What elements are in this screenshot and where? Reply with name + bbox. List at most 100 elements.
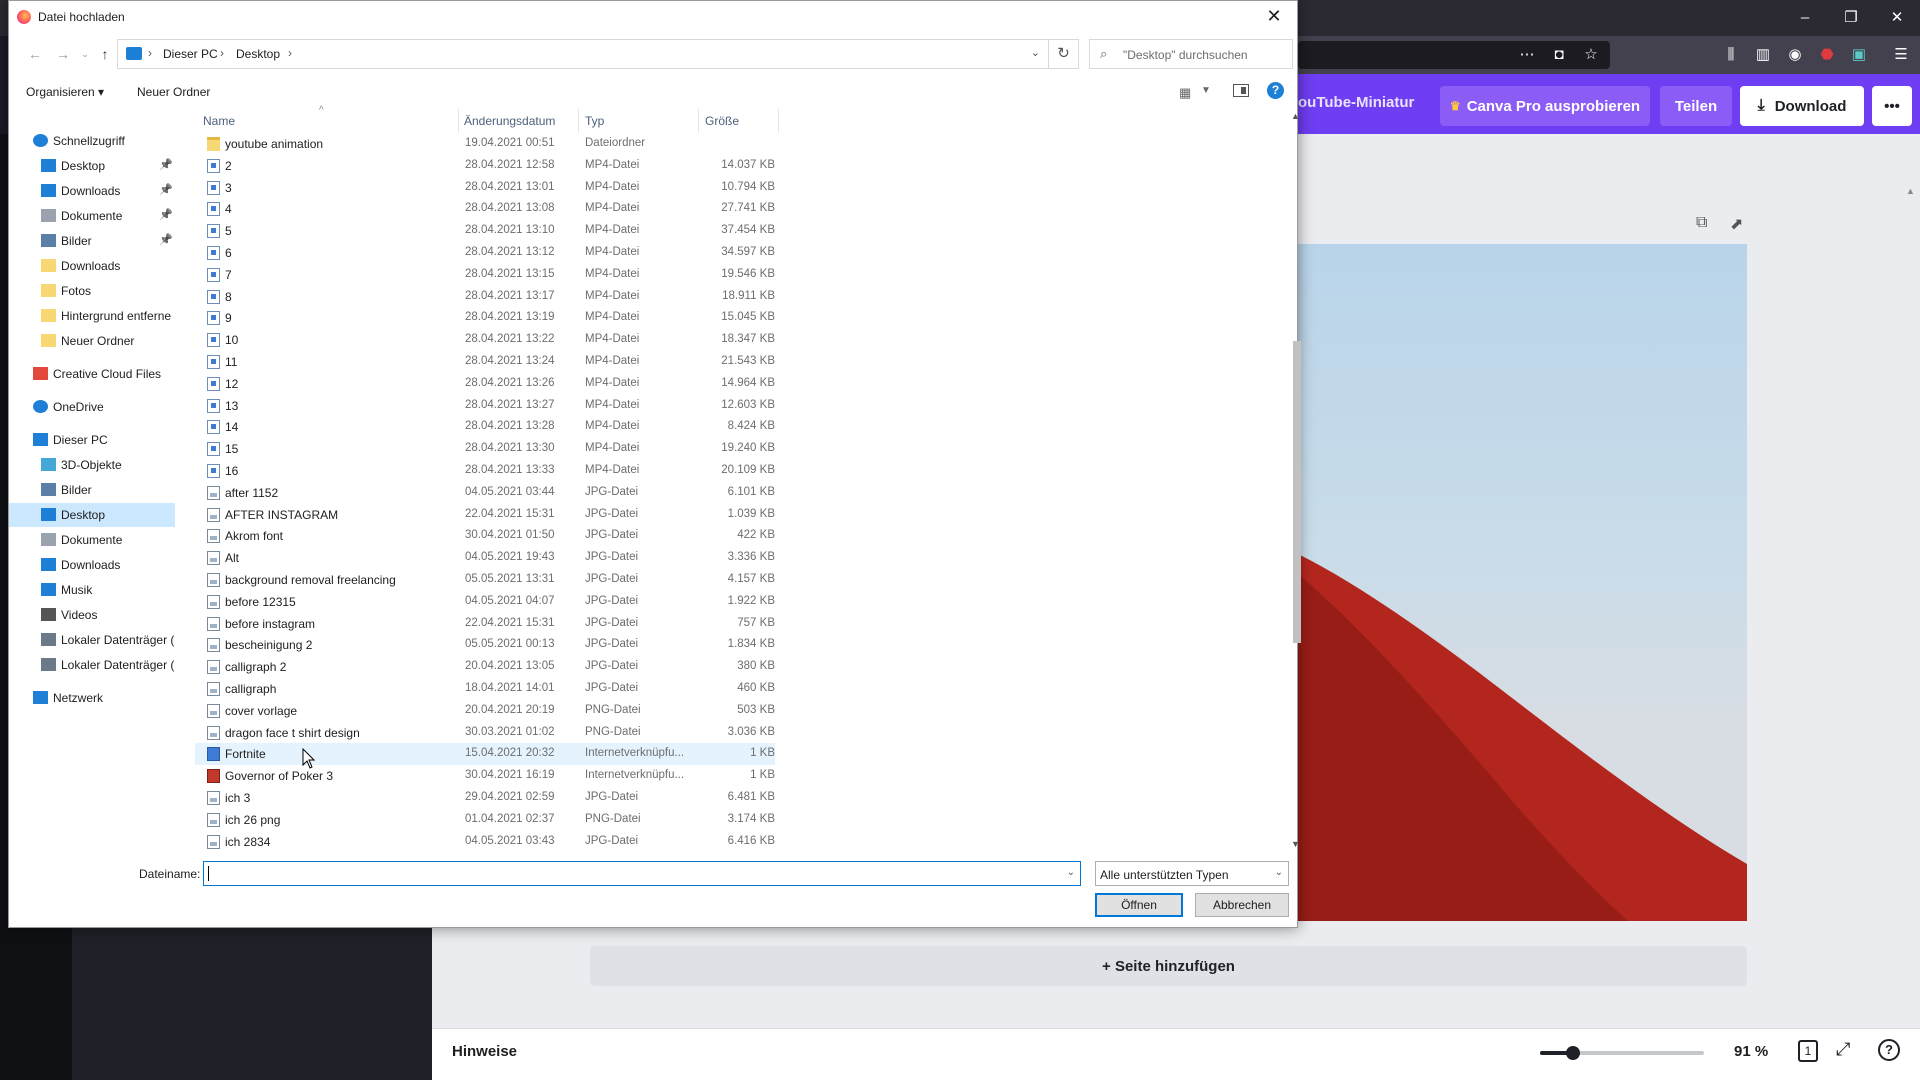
file-row[interactable]: 4 28.04.2021 13:08 MP4-Datei 27.741 KB (195, 198, 775, 220)
search-input[interactable]: ⌕ "Desktop" durchsuchen (1089, 39, 1293, 69)
nav-item[interactable]: Hintergrund entferne (9, 304, 175, 328)
filename-dropdown-icon[interactable]: ⌄ (1067, 867, 1075, 878)
nav-item[interactable]: OneDrive (9, 395, 175, 419)
refresh-icon[interactable]: ↻ (1049, 39, 1079, 69)
add-page-icon[interactable]: ⬈ (1730, 214, 1743, 234)
fullscreen-icon[interactable]: ⤢ (1836, 1039, 1850, 1060)
file-row[interactable]: 16 28.04.2021 13:33 MP4-Datei 20.109 KB (195, 460, 775, 482)
adblock-icon[interactable]: ⬣ (1816, 45, 1838, 65)
editor-scroll-up-icon[interactable]: ▲ (1906, 186, 1915, 196)
column-header-size[interactable]: Größe (705, 114, 739, 128)
zoom-slider[interactable] (1540, 1046, 1704, 1060)
file-row[interactable]: ich 26 png 01.04.2021 02:37 PNG-Datei 3.174… (195, 809, 775, 831)
scrollbar-thumb[interactable] (1293, 341, 1301, 643)
more-button[interactable]: ••• (1872, 86, 1912, 126)
nav-item[interactable]: Dieser PC (9, 428, 175, 452)
nav-item[interactable]: Dokumente (9, 528, 175, 552)
canva-pro-button[interactable]: ♛ Canva Pro ausprobieren (1440, 86, 1650, 126)
file-list-scrollbar[interactable]: ▲ ▼ (1289, 109, 1305, 851)
bookmark-star-icon[interactable]: ☆ (1580, 45, 1602, 65)
file-row[interactable]: 13 28.04.2021 13:27 MP4-Datei 12.603 KB (195, 395, 775, 417)
recent-locations-icon[interactable]: ⌄ (75, 44, 95, 64)
file-row[interactable]: 12 28.04.2021 13:26 MP4-Datei 14.964 KB (195, 373, 775, 395)
file-row[interactable]: Fortnite 15.04.2021 20:32 Internetverknüpf… (195, 743, 775, 766)
forward-arrow-icon[interactable]: → (53, 44, 73, 64)
file-row[interactable]: background removal freelancing 05.05.2021… (195, 569, 775, 591)
address-dropdown-icon[interactable]: ⌄ (1031, 46, 1040, 59)
window-close-icon[interactable]: ✕ (1886, 8, 1908, 28)
file-row[interactable]: 8 28.04.2021 13:17 MP4-Datei 18.911 KB (195, 286, 775, 308)
nav-item[interactable]: Netzwerk (9, 686, 175, 710)
nav-item[interactable]: Downloads (9, 553, 175, 577)
scroll-down-icon[interactable]: ▼ (1291, 839, 1300, 849)
view-options-icon[interactable]: ▦ (1179, 85, 1191, 101)
file-row[interactable]: bescheinigung 2 05.05.2021 00:13 JPG-Datei… (195, 634, 775, 656)
file-row[interactable]: 14 28.04.2021 13:28 MP4-Datei 8.424 KB (195, 416, 775, 438)
file-row[interactable]: 7 28.04.2021 13:15 MP4-Datei 19.546 KB (195, 264, 775, 286)
view-dropdown-icon[interactable]: ▼ (1201, 85, 1211, 96)
file-row[interactable]: 11 28.04.2021 13:24 MP4-Datei 21.543 KB (195, 351, 775, 373)
preview-pane-icon[interactable] (1233, 84, 1249, 97)
nav-item[interactable]: Dokumente 📌 (9, 204, 175, 228)
breadcrumb-this-pc[interactable]: Dieser PC (163, 47, 218, 61)
help-icon[interactable]: ? (1267, 82, 1284, 99)
file-row[interactable]: after 1152 04.05.2021 03:44 JPG-Datei 6.101… (195, 482, 775, 504)
column-header-name[interactable]: Name (203, 114, 235, 128)
organize-menu[interactable]: Organisieren ▾ (26, 85, 104, 99)
nav-item[interactable]: Downloads (9, 254, 175, 278)
file-row[interactable]: Alt 04.05.2021 19:43 JPG-Datei 3.336 KB (195, 547, 775, 569)
filetype-select[interactable]: Alle unterstützten Typen ⌄ (1095, 861, 1289, 886)
nav-item[interactable]: Downloads 📌 (9, 179, 175, 203)
file-row[interactable]: Akrom font 30.04.2021 01:50 JPG-Datei 422 K… (195, 525, 775, 547)
url-bar[interactable]: ⋯ ◘ ☆ (1298, 41, 1610, 69)
file-row[interactable]: cover vorlage 20.04.2021 20:19 PNG-Datei 50… (195, 700, 775, 722)
file-row[interactable]: before 12315 04.05.2021 04:07 JPG-Datei 1.9… (195, 591, 775, 613)
file-row[interactable]: ich 2834 04.05.2021 03:43 JPG-Datei 6.416 K… (195, 831, 775, 853)
file-row[interactable]: dragon face t shirt design 30.03.2021 01:… (195, 722, 775, 744)
back-arrow-icon[interactable]: ← (25, 44, 45, 64)
page-count-badge[interactable]: 1 (1798, 1040, 1818, 1062)
nav-item[interactable]: Bilder (9, 478, 175, 502)
file-row[interactable]: youtube animation 19.04.2021 00:51 Dateior… (195, 133, 775, 155)
file-row[interactable]: AFTER INSTAGRAM 22.04.2021 15:31 JPG-Datei… (195, 504, 775, 526)
nav-item[interactable]: Neuer Ordner (9, 329, 175, 353)
cancel-button[interactable]: Abbrechen (1195, 893, 1289, 917)
dialog-close-button[interactable]: ✕ (1251, 1, 1297, 33)
page-actions-icon[interactable]: ⋯ (1516, 45, 1538, 65)
file-row[interactable]: 5 28.04.2021 13:10 MP4-Datei 37.454 KB (195, 220, 775, 242)
nav-item[interactable]: 3D-Objekte (9, 453, 175, 477)
account-icon[interactable]: ◉ (1784, 45, 1806, 65)
nav-item[interactable]: Musik (9, 578, 175, 602)
nav-item[interactable]: Lokaler Datenträger (C (9, 628, 175, 652)
new-folder-button[interactable]: Neuer Ordner (137, 85, 210, 99)
nav-item[interactable]: Lokaler Datenträger (I (9, 653, 175, 677)
nav-item[interactable]: Desktop (9, 503, 175, 527)
menu-icon[interactable]: ☰ (1890, 45, 1912, 65)
nav-item[interactable]: Videos (9, 603, 175, 627)
zoom-slider-knob[interactable] (1565, 1046, 1580, 1060)
download-button[interactable]: ⤓ Download (1740, 86, 1864, 126)
minimize-icon[interactable]: – (1794, 8, 1816, 28)
design-canvas[interactable] (1298, 244, 1747, 921)
open-button[interactable]: Öffnen (1095, 893, 1183, 917)
file-row[interactable]: calligraph 18.04.2021 14:01 JPG-Datei 460 K… (195, 678, 775, 700)
extension-icon[interactable]: ▣ (1848, 45, 1870, 65)
restore-icon[interactable]: ❐ (1840, 8, 1862, 28)
filename-input[interactable]: ⌄ (203, 861, 1081, 886)
nav-item[interactable]: Desktop 📌 (9, 154, 175, 178)
sidebar-icon[interactable]: ▥ (1752, 45, 1774, 65)
help-circle-icon[interactable]: ? (1878, 1039, 1900, 1061)
nav-item[interactable]: Fotos (9, 279, 175, 303)
nav-item[interactable]: Schnellzugriff (9, 129, 175, 153)
add-page-button[interactable]: + Seite hinzufügen (590, 946, 1747, 986)
pocket-icon[interactable]: ◘ (1548, 45, 1570, 65)
file-row[interactable]: 15 28.04.2021 13:30 MP4-Datei 19.240 KB (195, 438, 775, 460)
library-icon[interactable]: ⫼ (1720, 45, 1742, 65)
file-row[interactable]: 10 28.04.2021 13:22 MP4-Datei 18.347 KB (195, 329, 775, 351)
nav-item[interactable]: Creative Cloud Files (9, 362, 175, 386)
column-header-date[interactable]: Änderungsdatum (464, 114, 555, 128)
zoom-level[interactable]: 91 % (1734, 1043, 1768, 1060)
file-row[interactable]: calligraph 2 20.04.2021 13:05 JPG-Datei 380… (195, 656, 775, 678)
address-bar[interactable]: › Dieser PC › Desktop › ⌄ (117, 39, 1049, 69)
scroll-up-icon[interactable]: ▲ (1291, 111, 1300, 121)
